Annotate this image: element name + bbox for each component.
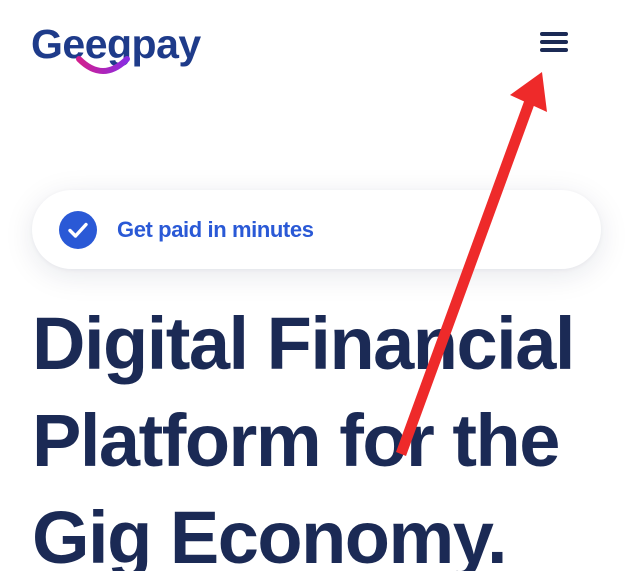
hero-title: Digital Financial Platform for the Gig E… — [32, 295, 622, 571]
hero-title-line-1: Digital Financial — [32, 302, 575, 385]
hero-title-line-2: Platform for the — [32, 399, 560, 482]
site-header: Geegpay — [0, 0, 640, 90]
page: Geegpay Get paid in minutes Digital Fina… — [0, 0, 640, 571]
badge-text: Get paid in minutes — [117, 217, 314, 242]
hamburger-menu-icon — [540, 32, 568, 52]
geegpay-logo[interactable]: Geegpay — [31, 16, 201, 74]
logo-smile-icon — [76, 56, 130, 74]
menu-button[interactable] — [528, 22, 580, 62]
check-circle-icon — [59, 211, 97, 249]
hero-title-line-3: Gig Economy. — [32, 496, 508, 571]
get-paid-badge: Get paid in minutes — [32, 190, 601, 269]
